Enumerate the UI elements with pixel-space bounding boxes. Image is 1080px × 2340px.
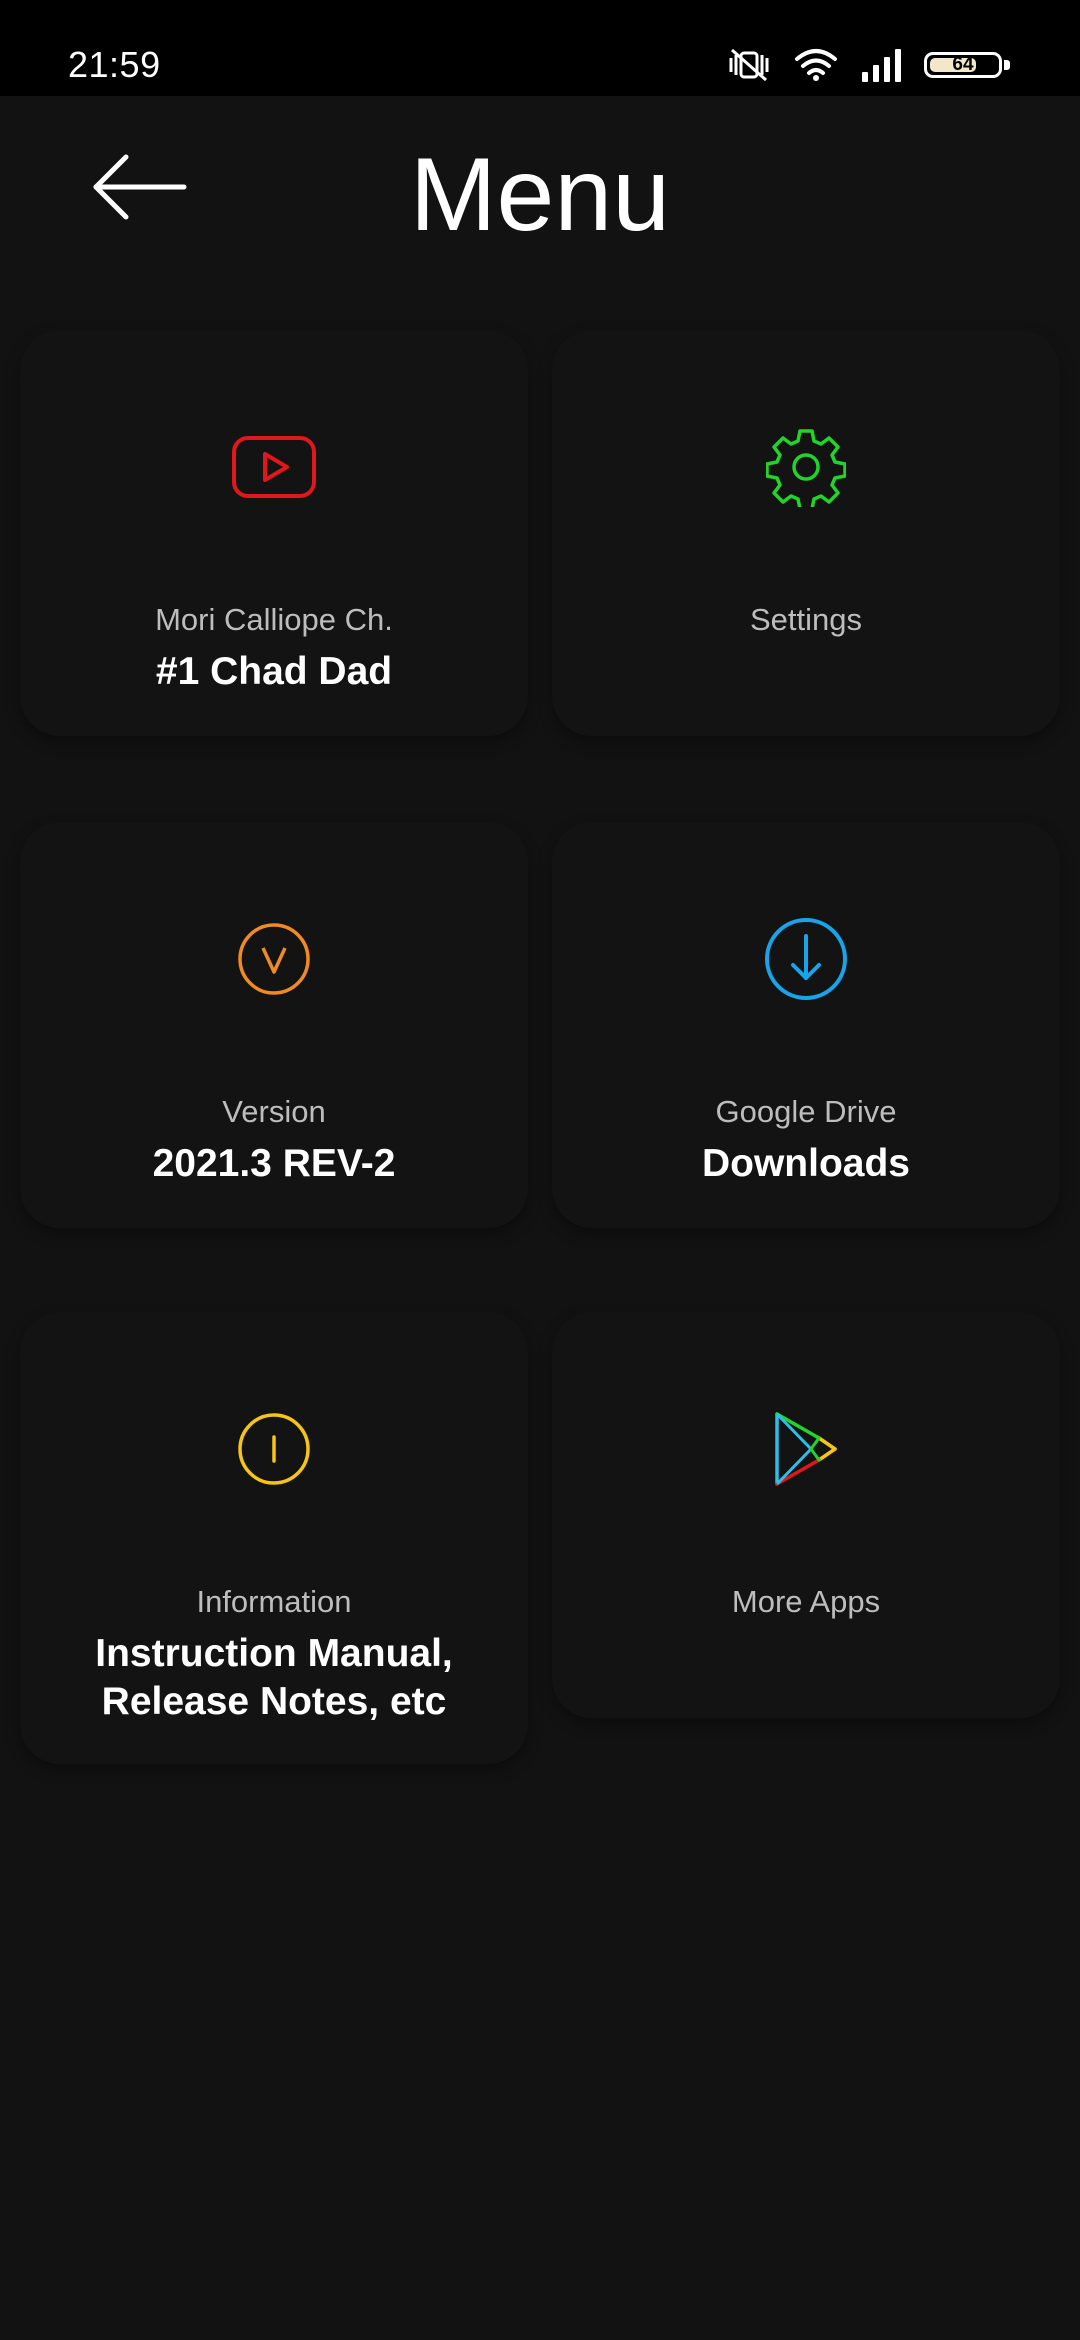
card-value: Downloads	[701, 1142, 910, 1185]
card-label: Settings	[749, 602, 862, 637]
card-label: Google Drive	[715, 1094, 897, 1129]
vibrate-off-icon	[726, 47, 772, 83]
play-store-icon	[761, 1404, 851, 1494]
status-time: 21:59	[68, 44, 161, 85]
signal-icon	[860, 48, 902, 82]
menu-card-information[interactable]: Information Instruction Manual, Release …	[20, 1312, 528, 1764]
menu-card-version[interactable]: Version 2021.3 REV-2	[20, 822, 528, 1228]
card-label: Version	[222, 1094, 326, 1129]
info-icon	[229, 1404, 319, 1494]
menu-card-youtube-channel[interactable]: Mori Calliope Ch. #1 Chad Dad	[20, 330, 528, 736]
menu-card-google-drive[interactable]: Google Drive Downloads	[552, 822, 1060, 1228]
battery-icon: 64	[924, 48, 1012, 82]
page-title: Menu	[409, 137, 671, 253]
card-label: Mori Calliope Ch.	[155, 602, 393, 637]
card-value: 2021.3 REV-2	[152, 1142, 396, 1185]
card-label: More Apps	[731, 1584, 881, 1619]
battery-level: 64	[952, 54, 974, 75]
gear-icon	[761, 422, 851, 512]
youtube-icon	[229, 422, 319, 512]
card-value: #1 Chad Dad	[155, 650, 393, 693]
status-bar: 21:59 64	[0, 0, 1080, 96]
menu-card-more-apps[interactable]: More Apps	[552, 1312, 1060, 1718]
header: Menu	[0, 96, 1080, 296]
menu-card-settings[interactable]: Settings	[552, 330, 1060, 736]
card-value: Instruction Manual, Release Notes, etc	[95, 1632, 453, 1723]
card-label: Information	[196, 1584, 352, 1619]
wifi-icon	[794, 47, 838, 83]
status-icons: 64	[726, 45, 1012, 85]
download-icon	[761, 914, 851, 1004]
version-v-icon	[229, 914, 319, 1004]
